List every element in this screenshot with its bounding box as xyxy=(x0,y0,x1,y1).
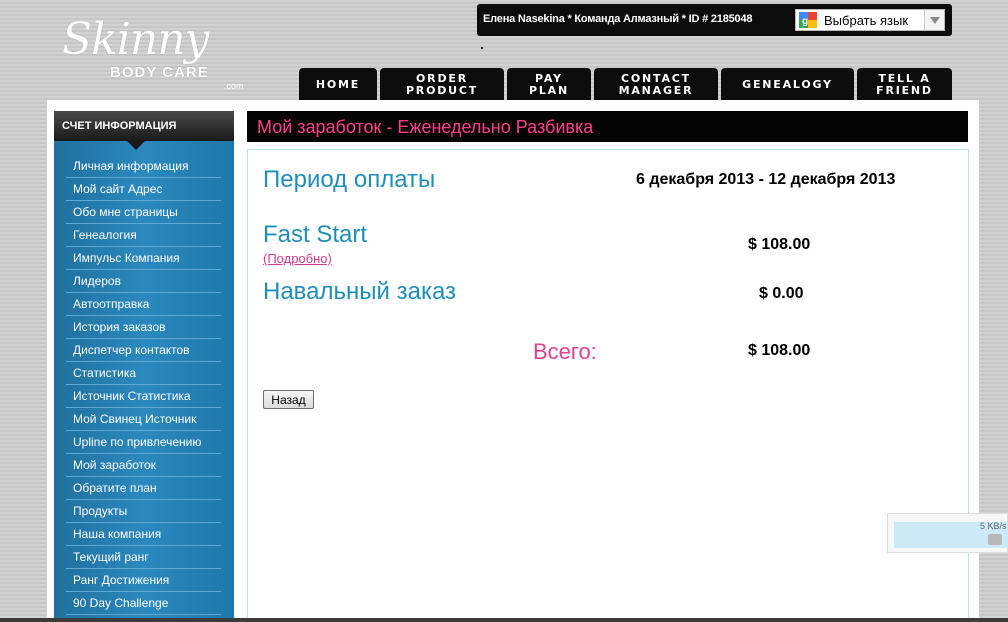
network-icon xyxy=(988,534,1002,545)
nav-tab-pay-plan[interactable]: PAY PLAN xyxy=(507,68,591,100)
language-selector[interactable]: g Выбрать язык xyxy=(795,9,945,31)
bulk-order-value: $ 0.00 xyxy=(759,285,804,302)
sidebar-item-rank-achievements[interactable]: Ранг Достижения xyxy=(66,569,221,592)
earnings-panel xyxy=(247,149,969,622)
sidebar-item-genealogy[interactable]: Генеалогия xyxy=(66,224,221,247)
sidebar-item-autoship[interactable]: Автоотправка xyxy=(66,293,221,316)
sidebar-title: СЧЕТ ИНФОРМАЦИЯ xyxy=(54,111,234,150)
sidebar-item-my-site-address[interactable]: Мой сайт Адрес xyxy=(66,178,221,201)
window-bottom-edge xyxy=(0,618,1008,622)
total-label: Всего: xyxy=(533,339,597,364)
total-value: $ 108.00 xyxy=(748,342,811,359)
sidebar-item-plan[interactable]: Обратите план xyxy=(66,477,221,500)
logo-script-text: Skinny xyxy=(62,14,209,65)
nav-tab-tell-a-friend[interactable]: TELL A FRIEND xyxy=(857,68,952,100)
sidebar-item-statistics[interactable]: Статистика xyxy=(66,362,221,385)
user-info-text: Елена Nasekina * Команда Алмазный * ID #… xyxy=(483,13,753,25)
fast-start-details-link[interactable]: (Подробно) xyxy=(263,251,332,266)
speed-text: 5 KB/s xyxy=(980,521,1007,531)
skinny-body-care-logo[interactable]: Skinny BODY CARE .com xyxy=(62,14,262,94)
language-selector-label: Выбрать язык xyxy=(824,13,909,28)
logo-body-text: BODY CARE xyxy=(110,64,209,81)
sidebar-item-90-day-challenge[interactable]: 90 Day Challenge xyxy=(66,592,221,615)
sidebar-item-products[interactable]: Продукты xyxy=(66,500,221,523)
sidebar-item-my-earnings[interactable]: Мой заработок xyxy=(66,454,221,477)
bulk-order-label: Навальный заказ xyxy=(263,278,457,305)
fast-start-label: Fast Start xyxy=(263,221,368,248)
sidebar-item-source-statistics[interactable]: Источник Статистика xyxy=(66,385,221,408)
sidebar-item-impulse-company[interactable]: Импульс Компания xyxy=(66,247,221,270)
sidebar-item-our-company[interactable]: Наша компания xyxy=(66,523,221,546)
sidebar-item-about-me[interactable]: Обо мне страницы xyxy=(66,201,221,224)
separator-dot xyxy=(481,47,483,49)
nav-tab-home[interactable]: HOME xyxy=(299,68,377,100)
chevron-down-icon[interactable] xyxy=(924,10,944,30)
google-translate-icon: g xyxy=(799,12,817,28)
back-button[interactable]: Назад xyxy=(263,390,314,409)
fast-start-value: $ 108.00 xyxy=(748,236,811,253)
logo-dotcom-text: .com xyxy=(224,81,244,91)
page-title: Мой заработок - Еженедельно Разбивка xyxy=(247,111,968,142)
sidebar-item-current-rank[interactable]: Текущий ранг xyxy=(66,546,221,569)
sidebar-item-upline[interactable]: Upline по привлечению xyxy=(66,431,221,454)
pay-period-label: Период оплаты xyxy=(263,166,436,193)
sidebar-item-my-lead-source[interactable]: Мой Свинец Источник xyxy=(66,408,221,431)
sidebar-item-leaders[interactable]: Лидеров xyxy=(66,270,221,293)
nav-tab-genealogy[interactable]: GENEALOGY xyxy=(721,68,854,100)
user-bar: Елена Nasekina * Команда Алмазный * ID #… xyxy=(477,4,952,36)
sidebar-item-order-history[interactable]: История заказов xyxy=(66,316,221,339)
sidebar-item-contact-manager[interactable]: Диспетчер контактов xyxy=(66,339,221,362)
sidebar-item-personal-info[interactable]: Личная информация xyxy=(66,155,221,178)
speed-widget: 5 KB/s xyxy=(887,513,1008,553)
nav-tab-order-product[interactable]: ORDER PRODUCT xyxy=(380,68,504,100)
sidebar-menu: Личная информация Мой сайт Адрес Обо мне… xyxy=(66,155,221,615)
nav-tab-contact-manager[interactable]: CONTACT MANAGER xyxy=(594,68,718,100)
pay-period-value: 6 декабря 2013 - 12 декабря 2013 xyxy=(636,171,896,188)
svg-text:g: g xyxy=(802,16,808,27)
